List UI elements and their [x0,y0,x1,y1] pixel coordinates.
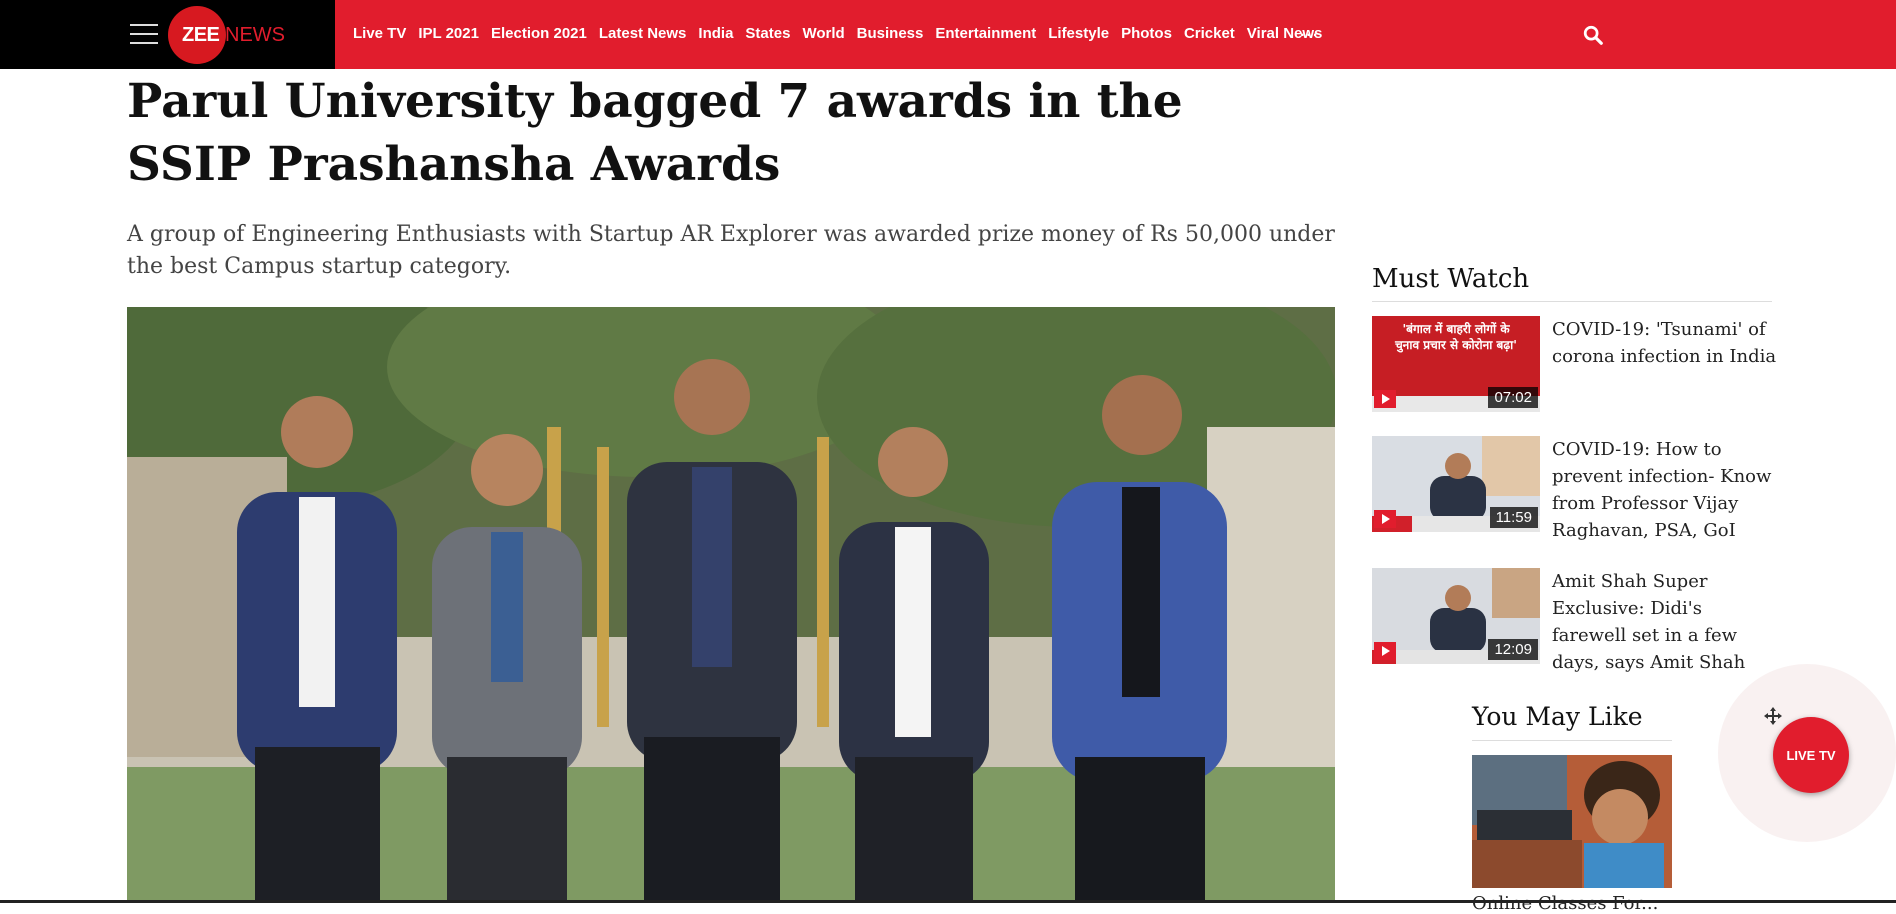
nav-live-tv[interactable]: Live TV [353,25,406,42]
nav-photos[interactable]: Photos [1121,25,1172,42]
video-duration: 11:59 [1489,507,1538,528]
video-title[interactable]: Amit Shah Super Exclusive: Didi's farewe… [1552,568,1777,676]
nav-election-2021[interactable]: Election 2021 [491,25,587,42]
logo-news-text: NEWS [225,24,285,46]
video-item[interactable]: 11:59 COVID-19: How to prevent infection… [1372,436,1772,546]
live-tv-button[interactable]: LIVE TV [1773,717,1849,793]
brand-area: ZEE NEWS [0,0,335,69]
video-item[interactable]: 'बंगाल में बाहरी लोगों के चुनाव प्रचार स… [1372,316,1776,426]
nav-more-button[interactable]: ... [1300,23,1319,41]
play-icon [1374,510,1396,528]
must-watch-divider [1372,301,1772,302]
nav-ipl-2021[interactable]: IPL 2021 [418,25,479,42]
play-icon [1374,642,1396,660]
article-headline: Parul University bagged 7 awards in the … [127,74,1183,192]
nav-business[interactable]: Business [857,25,924,42]
menu-icon[interactable] [130,24,158,44]
article-hero-image [127,307,1335,903]
nav-world[interactable]: World [802,25,844,42]
video-title[interactable]: COVID-19: How to prevent infection- Know… [1552,436,1777,544]
you-may-like-divider [1472,740,1672,741]
move-icon[interactable] [1763,706,1783,726]
video-thumbnail[interactable]: 12:09 [1372,568,1540,664]
logo-zee-text: ZEE [182,24,220,46]
article-summary: A group of Engineering Enthusiasts with … [127,222,1335,279]
video-duration: 12:09 [1488,639,1538,660]
nav-india[interactable]: India [698,25,733,42]
video-title[interactable]: COVID-19: 'Tsunami' of corona infection … [1552,316,1777,370]
play-icon [1374,390,1396,408]
nav-latest-news[interactable]: Latest News [599,25,687,42]
video-thumbnail[interactable]: 'बंगाल में बाहरी लोगों के चुनाव प्रचार स… [1372,316,1540,412]
you-may-like-caption[interactable]: Online Classes For... [1472,893,1658,914]
must-watch-heading: Must Watch [1372,264,1530,294]
video-thumbnail-caption: 'बंगाल में बाहरी लोगों के चुनाव प्रचार स… [1395,322,1517,352]
video-duration: 07:02 [1488,387,1538,408]
you-may-like-heading: You May Like [1472,702,1643,731]
top-navigation-bar: ZEE NEWS Live TV IPL 2021 Election 2021 … [0,0,1896,69]
video-thumbnail[interactable]: 11:59 [1372,436,1540,532]
video-item[interactable]: 12:09 Amit Shah Super Exclusive: Didi's … [1372,568,1772,678]
you-may-like-thumbnail[interactable] [1472,755,1672,888]
nav-lifestyle[interactable]: Lifestyle [1048,25,1109,42]
main-nav: Live TV IPL 2021 Election 2021 Latest Ne… [353,25,1334,42]
nav-states[interactable]: States [745,25,790,42]
search-icon[interactable] [1582,24,1604,46]
nav-cricket[interactable]: Cricket [1184,25,1235,42]
nav-entertainment[interactable]: Entertainment [935,25,1036,42]
